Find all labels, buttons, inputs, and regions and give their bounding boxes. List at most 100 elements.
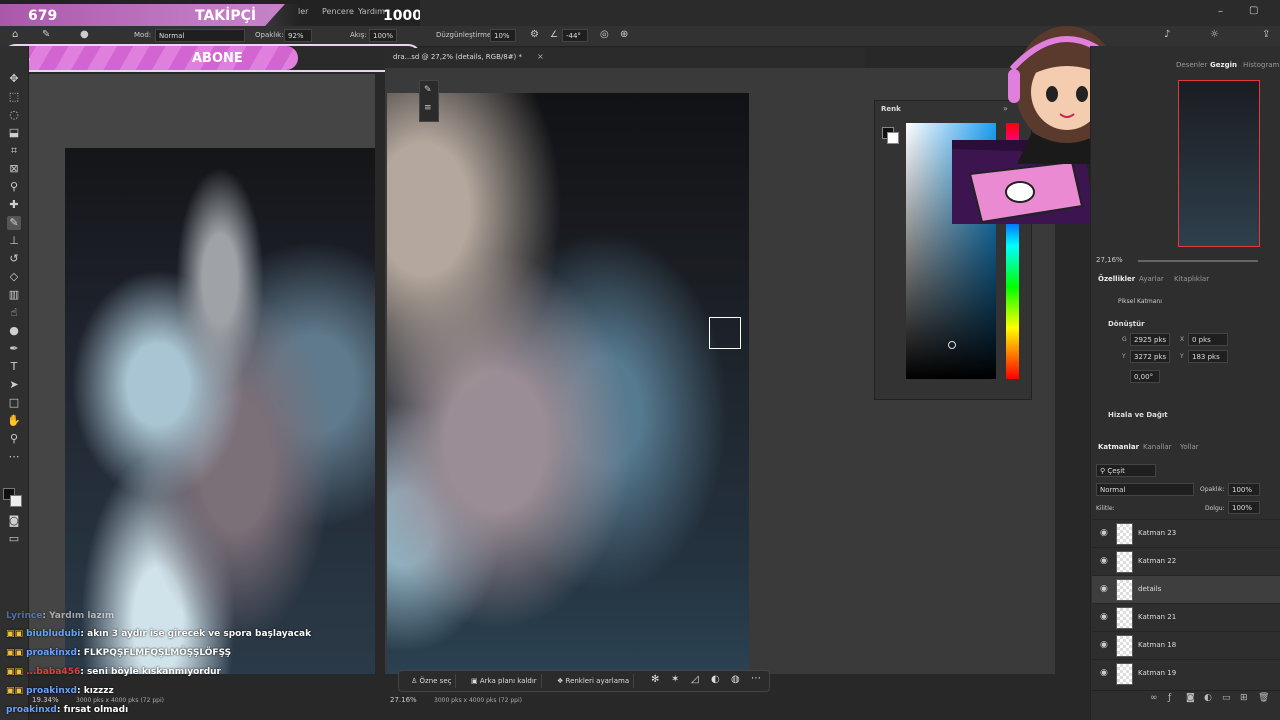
screen-mode-icon[interactable]: ▭ — [7, 532, 21, 546]
layer-row[interactable]: ◉ Katman 19 — [1092, 659, 1280, 687]
gradient-icon[interactable]: ▥ — [7, 288, 21, 302]
zoom-tool-icon[interactable]: ⚲ — [7, 432, 21, 446]
gear-icon[interactable]: ⚙ — [530, 29, 539, 40]
y-field[interactable]: 183 pks — [1188, 350, 1228, 363]
flow-field[interactable]: 100% — [369, 29, 397, 42]
history-brush-icon[interactable]: ↺ — [7, 252, 21, 266]
color-picker-handle[interactable] — [948, 341, 956, 349]
dodge-icon[interactable]: ● — [7, 324, 21, 338]
trash-icon[interactable]: 🗑 — [1258, 693, 1269, 703]
layer-row[interactable]: ◉ Katman 22 — [1092, 547, 1280, 575]
more-tools-icon[interactable]: ⋯ — [7, 450, 21, 464]
home-icon[interactable]: ⌂ — [12, 29, 18, 40]
layer-opacity-field[interactable]: 100% — [1228, 483, 1260, 496]
background-color-swatch[interactable] — [10, 495, 22, 507]
angle-field[interactable]: -44° — [562, 29, 588, 42]
image-icon: ▣ — [471, 677, 480, 685]
transform-icon[interactable]: ◿ — [691, 674, 699, 685]
blend-mode-select[interactable]: Normal — [1096, 483, 1194, 496]
brush-icon[interactable]: ✎ — [42, 29, 50, 40]
link-icon[interactable]: ∞ — [1150, 693, 1158, 703]
close-tab-icon[interactable]: × — [537, 52, 544, 61]
left-zoom-readout[interactable]: 19.34% — [32, 696, 59, 704]
brush-preset-icon[interactable]: ● — [80, 29, 89, 40]
navigator-preview[interactable] — [1178, 80, 1260, 247]
tab-patterns[interactable]: Desenler — [1176, 61, 1207, 69]
brush-tool-icon[interactable]: ✎ — [7, 216, 21, 230]
gear-icon[interactable]: ✻ — [651, 674, 659, 685]
smoothing-field[interactable]: 10% — [490, 29, 516, 42]
object-select-icon[interactable]: ⬓ — [7, 126, 21, 140]
tab-histogram[interactable]: Histogram — [1243, 61, 1279, 69]
adjust-colors-button[interactable]: ❖ Renkleri ayarlama — [553, 674, 635, 688]
sparkle-icon[interactable]: ✶ — [671, 674, 679, 685]
menu-item-filter[interactable]: ler — [298, 7, 308, 16]
remove-background-button[interactable]: ▣ Arka planı kaldır — [467, 674, 542, 688]
eye-icon[interactable]: ◉ — [1100, 556, 1108, 566]
layer-row[interactable]: ◉ Katman 23 — [1092, 519, 1280, 547]
rotation-field[interactable]: 0,00° — [1130, 370, 1160, 383]
smudge-icon[interactable]: ☝ — [7, 306, 21, 320]
mode-select[interactable]: Normal — [155, 29, 245, 42]
select-subject-button[interactable]: ♙ Özne seç — [407, 674, 457, 688]
navigator-zoom[interactable]: 27,16% — [1096, 256, 1123, 264]
navigator-zoom-slider[interactable] — [1138, 260, 1258, 262]
pen-tool-icon[interactable]: ✒ — [7, 342, 21, 356]
right-zoom-readout[interactable]: 27.16% — [390, 696, 417, 704]
new-layer-icon[interactable]: ⊞ — [1240, 693, 1248, 703]
quick-mask-icon[interactable]: ◙ — [7, 514, 21, 528]
document-tab[interactable]: dra...sd @ 27,2% (details, RGB/8#) * — [393, 53, 522, 61]
chat-text: : fırsat olmadı — [56, 705, 129, 715]
eye-icon[interactable]: ◉ — [1100, 584, 1108, 594]
eye-icon[interactable]: ◉ — [1100, 528, 1108, 538]
transform-title[interactable]: Dönüştür — [1108, 320, 1145, 328]
eyedropper-icon[interactable]: ⚲ — [7, 180, 21, 194]
menu-item-window[interactable]: Pencere — [322, 7, 354, 16]
rectangle-tool-icon[interactable]: □ — [7, 396, 21, 410]
pressure-icon[interactable]: ◎ — [600, 29, 609, 40]
eraser-icon[interactable]: ◇ — [7, 270, 21, 284]
opacity-field[interactable]: 92% — [284, 29, 312, 42]
layer-row[interactable]: ◉ Katman 18 — [1092, 631, 1280, 659]
layer-row-selected[interactable]: ◉ details — [1092, 575, 1280, 603]
eye-icon[interactable]: ◉ — [1100, 612, 1108, 622]
adjust-icon[interactable]: ◍ — [731, 674, 740, 685]
eye-icon[interactable]: ◉ — [1100, 668, 1108, 678]
marquee-tool-icon[interactable]: ⬚ — [7, 90, 21, 104]
brush-settings-icon[interactable]: ✎ — [424, 85, 432, 95]
move-tool-icon[interactable]: ✥ — [7, 72, 21, 86]
tab-properties[interactable]: Özellikler — [1098, 275, 1135, 283]
folder-icon[interactable]: ▭ — [1222, 693, 1231, 703]
bg-swatch[interactable] — [887, 132, 899, 144]
tab-adjustments[interactable]: Ayarlar — [1139, 275, 1164, 283]
tab-libraries[interactable]: Kitaplıklar — [1174, 275, 1209, 283]
lasso-tool-icon[interactable]: ◌ — [7, 108, 21, 122]
fill-field[interactable]: 100% — [1228, 501, 1260, 514]
width-field[interactable]: 2925 pks — [1130, 333, 1170, 346]
tab-navigator[interactable]: Gezgin — [1210, 61, 1237, 69]
menu-item-help[interactable]: Yardım — [358, 7, 385, 16]
more-icon[interactable]: ⋯ — [751, 673, 761, 684]
mask-icon[interactable]: ◐ — [711, 674, 720, 685]
height-field[interactable]: 3272 pks — [1130, 350, 1170, 363]
fx-icon[interactable]: ƒ — [1168, 693, 1171, 703]
stamp-tool-icon[interactable]: ⊥ — [7, 234, 21, 248]
frame-tool-icon[interactable]: ⊠ — [7, 162, 21, 176]
type-tool-icon[interactable]: T — [7, 360, 21, 374]
symmetry-icon[interactable]: ⊕ — [620, 29, 628, 40]
align-title[interactable]: Hizala ve Dağıt — [1108, 411, 1168, 419]
layer-row[interactable]: ◉ Katman 21 — [1092, 603, 1280, 631]
hand-tool-icon[interactable]: ✋ — [7, 414, 21, 428]
path-select-icon[interactable]: ➤ — [7, 378, 21, 392]
crop-tool-icon[interactable]: ⌗ — [7, 144, 21, 158]
tab-channels[interactable]: Kanallar — [1143, 443, 1172, 451]
tab-paths[interactable]: Yollar — [1180, 443, 1199, 451]
layer-filter-select[interactable]: ⚲ Çeşit — [1096, 464, 1156, 477]
adjustment-icon[interactable]: ◐ — [1204, 693, 1212, 703]
tab-layers[interactable]: Katmanlar — [1098, 443, 1139, 451]
x-field[interactable]: 0 pks — [1188, 333, 1228, 346]
mask-icon[interactable]: ◙ — [1186, 693, 1195, 703]
eye-icon[interactable]: ◉ — [1100, 640, 1108, 650]
sliders-icon[interactable]: ≡ — [424, 103, 432, 113]
healing-icon[interactable]: ✚ — [7, 198, 21, 212]
